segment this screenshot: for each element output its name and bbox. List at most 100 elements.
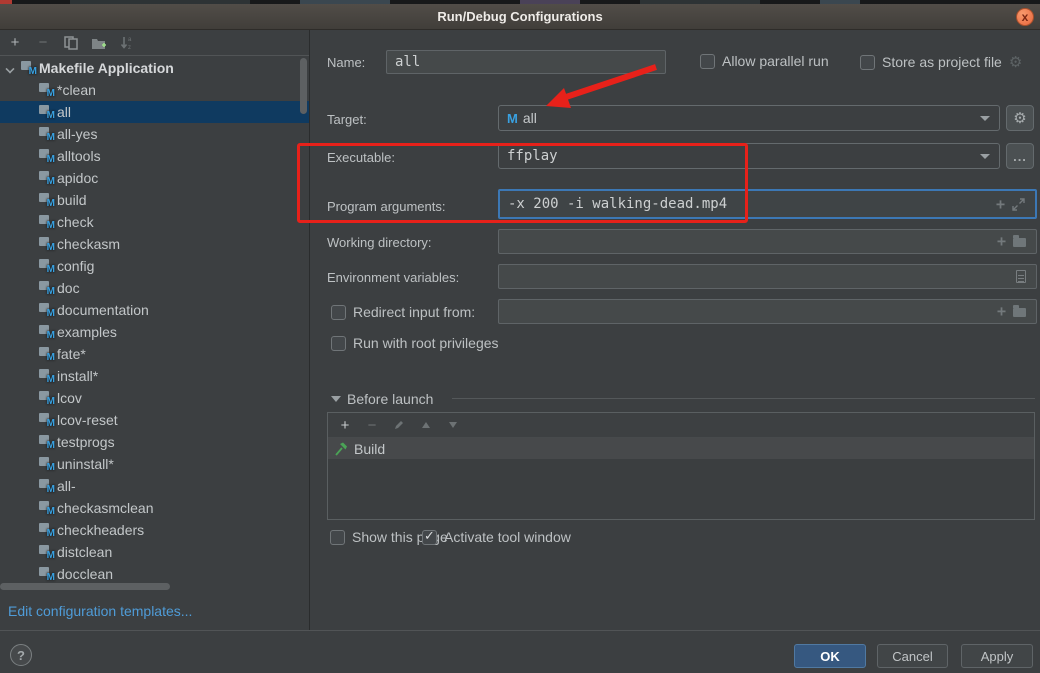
- tree-item[interactable]: *clean: [0, 79, 309, 101]
- before-launch-task-build[interactable]: Build: [328, 438, 1034, 459]
- svg-text:a: a: [128, 37, 132, 43]
- tree-item[interactable]: install*: [0, 365, 309, 387]
- tree-item[interactable]: fate*: [0, 343, 309, 365]
- tree-item[interactable]: alltools: [0, 145, 309, 167]
- store-as-project-file-option[interactable]: Store as project file ⚙: [860, 53, 1022, 71]
- redirect-input-input[interactable]: +: [498, 299, 1037, 324]
- tree-item[interactable]: lcov: [0, 387, 309, 409]
- environment-variables-input[interactable]: [498, 264, 1037, 289]
- move-task-up-icon[interactable]: [418, 417, 434, 433]
- macros-plus-icon[interactable]: +: [997, 304, 1006, 319]
- program-arguments-input[interactable]: -x 200 -i walking-dead.mp4 +: [498, 189, 1037, 219]
- before-launch-toolbar: + −: [328, 413, 1034, 438]
- executable-label: Executable:: [327, 150, 395, 165]
- tree-item[interactable]: documentation: [0, 299, 309, 321]
- target-value: all: [523, 110, 537, 126]
- tree-item[interactable]: docclean: [0, 563, 309, 585]
- makefile-icon: [38, 149, 55, 164]
- run-with-root-privileges-option[interactable]: Run with root privileges: [331, 335, 499, 351]
- activate-tool-window-option[interactable]: Activate tool window: [422, 529, 571, 545]
- show-this-page-checkbox[interactable]: [330, 530, 345, 545]
- tree-item-label: fate*: [57, 346, 86, 362]
- tree-item[interactable]: all-: [0, 475, 309, 497]
- tree-item[interactable]: all: [0, 101, 309, 123]
- edit-task-pencil-icon[interactable]: [391, 417, 407, 433]
- close-icon[interactable]: x: [1016, 8, 1034, 26]
- tree-item[interactable]: check: [0, 211, 309, 233]
- remove-task-icon[interactable]: −: [364, 417, 380, 433]
- makefile-icon: [38, 259, 55, 274]
- tree-item[interactable]: examples: [0, 321, 309, 343]
- cancel-button[interactable]: Cancel: [877, 644, 948, 668]
- allow-parallel-run-option[interactable]: Allow parallel run: [700, 53, 829, 69]
- tree-vertical-scrollbar[interactable]: [300, 58, 307, 114]
- tree-item[interactable]: checkasmclean: [0, 497, 309, 519]
- run-with-root-privileges-label: Run with root privileges: [353, 335, 499, 351]
- makefile-icon: [38, 435, 55, 450]
- tree-item-label: *clean: [57, 82, 96, 98]
- make-target-icon: M: [507, 111, 518, 126]
- tree-item[interactable]: uninstall*: [0, 453, 309, 475]
- before-launch-collapse-icon[interactable]: [331, 396, 341, 402]
- edit-configuration-templates-link[interactable]: Edit configuration templates...: [8, 603, 192, 619]
- tree-item[interactable]: doc: [0, 277, 309, 299]
- tree-horizontal-scrollbar[interactable]: [0, 583, 170, 590]
- macros-plus-icon[interactable]: +: [997, 234, 1006, 249]
- redirect-input-checkbox[interactable]: [331, 305, 346, 320]
- move-task-down-icon[interactable]: [445, 417, 461, 433]
- browse-folder-icon[interactable]: [1013, 238, 1026, 247]
- copy-configuration-icon[interactable]: [63, 35, 79, 51]
- new-folder-icon[interactable]: [91, 35, 107, 51]
- target-settings-button[interactable]: ⚙: [1006, 105, 1034, 131]
- browse-folder-icon[interactable]: [1013, 308, 1026, 317]
- executable-dropdown-arrow-icon[interactable]: [980, 154, 990, 159]
- tree-item[interactable]: distclean: [0, 541, 309, 563]
- store-options-gear-icon[interactable]: ⚙: [1009, 53, 1022, 71]
- tree-item[interactable]: apidoc: [0, 167, 309, 189]
- tree-item-label: alltools: [57, 148, 101, 164]
- makefile-icon: [38, 523, 55, 538]
- target-combobox[interactable]: M all: [498, 105, 1000, 131]
- tree-item[interactable]: config: [0, 255, 309, 277]
- allow-parallel-run-checkbox[interactable]: [700, 54, 715, 69]
- help-icon[interactable]: ?: [10, 644, 32, 666]
- makefile-icon: [38, 237, 55, 252]
- executable-value: ffplay: [507, 148, 558, 164]
- executable-browse-button[interactable]: ...: [1006, 143, 1034, 169]
- redirect-input-option[interactable]: Redirect input from:: [331, 304, 475, 320]
- macros-plus-icon[interactable]: +: [996, 197, 1005, 212]
- chevron-down-icon[interactable]: [6, 64, 14, 72]
- executable-combobox[interactable]: ffplay: [498, 143, 1000, 169]
- tree-item[interactable]: build: [0, 189, 309, 211]
- add-configuration-icon[interactable]: +: [7, 35, 23, 51]
- store-as-project-file-label: Store as project file: [882, 54, 1002, 70]
- tree-item-label: uninstall*: [57, 456, 114, 472]
- name-input[interactable]: all: [386, 50, 666, 74]
- makefile-icon: [38, 303, 55, 318]
- makefile-icon: [38, 83, 55, 98]
- working-directory-input[interactable]: +: [498, 229, 1037, 254]
- store-as-project-file-checkbox[interactable]: [860, 55, 875, 70]
- target-dropdown-arrow-icon[interactable]: [980, 116, 990, 121]
- name-label: Name:: [327, 55, 365, 70]
- expand-field-icon[interactable]: [1012, 198, 1025, 211]
- tree-item[interactable]: lcov-reset: [0, 409, 309, 431]
- tree-item[interactable]: checkasm: [0, 233, 309, 255]
- tree-item-label: checkasm: [57, 236, 120, 252]
- tree-item-label: all: [57, 104, 71, 120]
- tree-item[interactable]: all-yes: [0, 123, 309, 145]
- tree-item-label: checkheaders: [57, 522, 144, 538]
- edit-variables-icon[interactable]: [1016, 270, 1026, 283]
- tree-root-makefile-application[interactable]: Makefile Application: [0, 57, 309, 79]
- apply-button[interactable]: Apply: [961, 644, 1033, 668]
- sort-alphabetically-icon[interactable]: az: [119, 35, 135, 51]
- remove-configuration-icon[interactable]: −: [35, 35, 51, 51]
- tree-item[interactable]: checkheaders: [0, 519, 309, 541]
- ok-button[interactable]: OK: [794, 644, 866, 668]
- tree-item[interactable]: testprogs: [0, 431, 309, 453]
- run-with-root-privileges-checkbox[interactable]: [331, 336, 346, 351]
- tree-item-label: docclean: [57, 566, 113, 582]
- activate-tool-window-checkbox[interactable]: [422, 530, 437, 545]
- add-task-icon[interactable]: +: [337, 417, 353, 433]
- tree-item-label: check: [57, 214, 94, 230]
